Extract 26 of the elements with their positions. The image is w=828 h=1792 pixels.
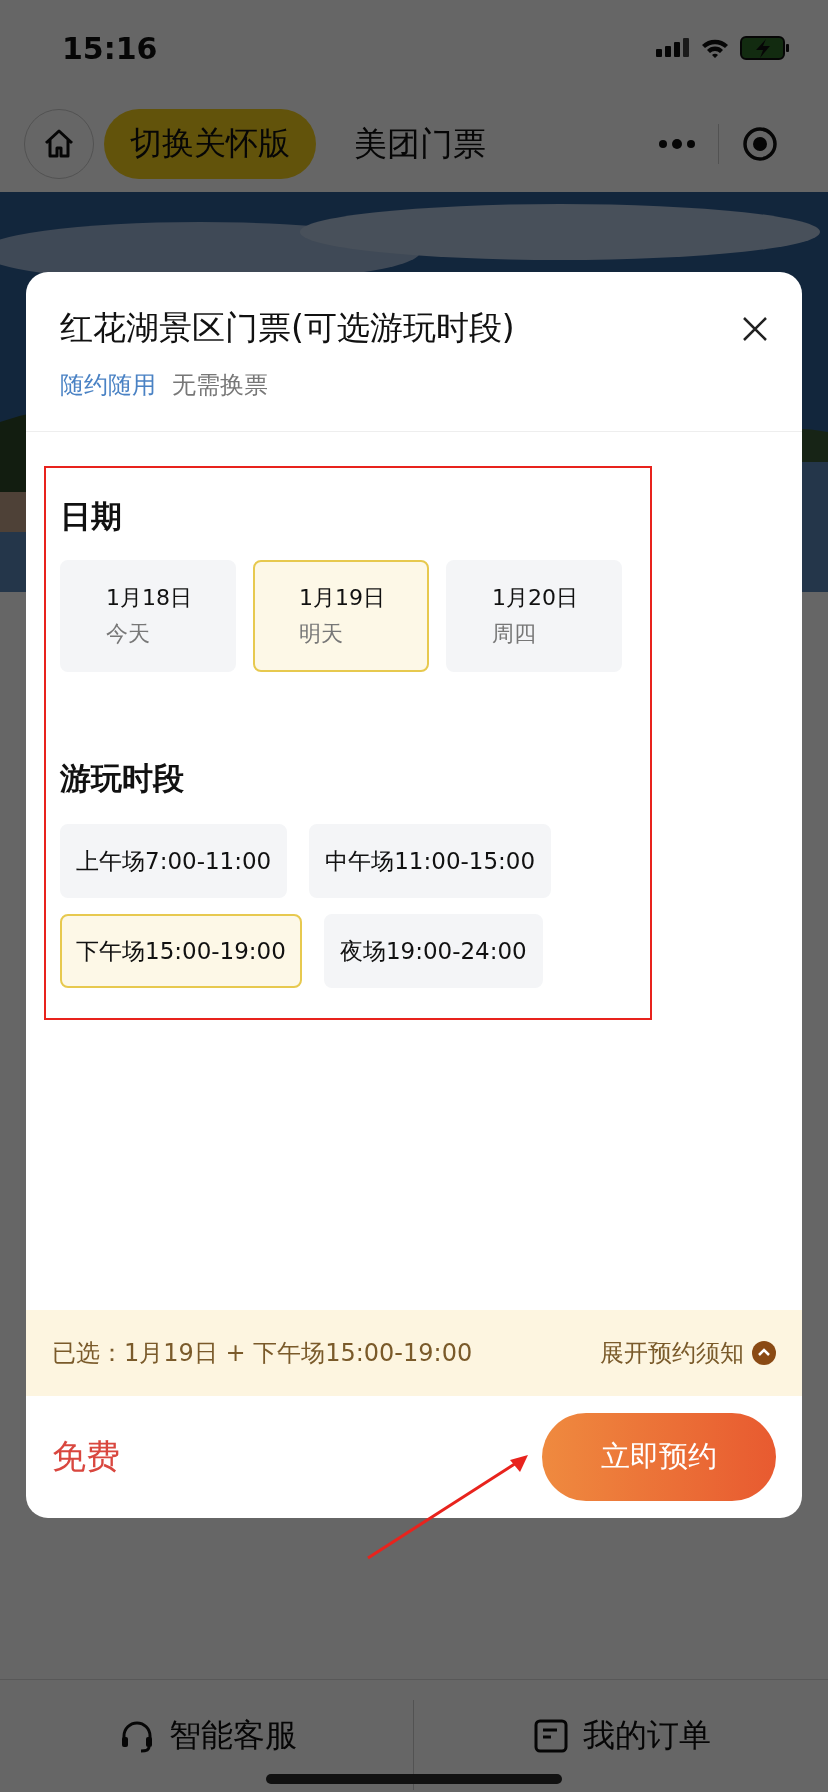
section-heading: 日期 bbox=[60, 497, 123, 536]
close-mini-program-icon[interactable] bbox=[741, 125, 780, 163]
more-icon[interactable] bbox=[656, 137, 697, 151]
date-option[interactable]: 1月18日 今天 bbox=[60, 560, 236, 672]
close-icon[interactable] bbox=[742, 315, 768, 342]
bottom-bar-item[interactable]: 我的订单 bbox=[414, 1714, 828, 1758]
signal-icon bbox=[656, 37, 690, 59]
time-slot-option[interactable]: 下午场15:00-19:00 bbox=[60, 914, 302, 988]
bottom-bar-item[interactable]: 智能客服 bbox=[0, 1714, 414, 1758]
time-slot-option[interactable]: 夜场19:00-24:00 bbox=[323, 914, 543, 988]
time-slot-option[interactable]: 中午场11:00-15:00 bbox=[309, 824, 552, 898]
page-title: 美团门票 bbox=[354, 122, 487, 165]
chevron-up-icon bbox=[752, 1341, 776, 1365]
date-option[interactable]: 1月20日 周四 bbox=[446, 560, 622, 672]
selection-summary: 已选：1月19日 + 下午场15:00-19:00 bbox=[52, 1338, 473, 1369]
wifi-icon bbox=[700, 37, 730, 59]
status-time: 15:16 bbox=[62, 30, 158, 66]
date-option[interactable]: 1月19日 明天 bbox=[253, 560, 429, 672]
notice-toggle[interactable]: 展开预约须知 bbox=[600, 1337, 776, 1369]
ticket-feature: 无需换票 bbox=[172, 370, 268, 401]
ticket-feature: 随约随用 bbox=[60, 370, 156, 401]
section-heading: 游玩时段 bbox=[60, 759, 185, 798]
dialog-title: 红花湖景区门票(可选游玩时段) bbox=[60, 307, 515, 349]
battery-icon bbox=[740, 36, 790, 60]
time-slot-option[interactable]: 上午场7:00-11:00 bbox=[60, 824, 288, 898]
price: 免费 bbox=[52, 1435, 120, 1478]
